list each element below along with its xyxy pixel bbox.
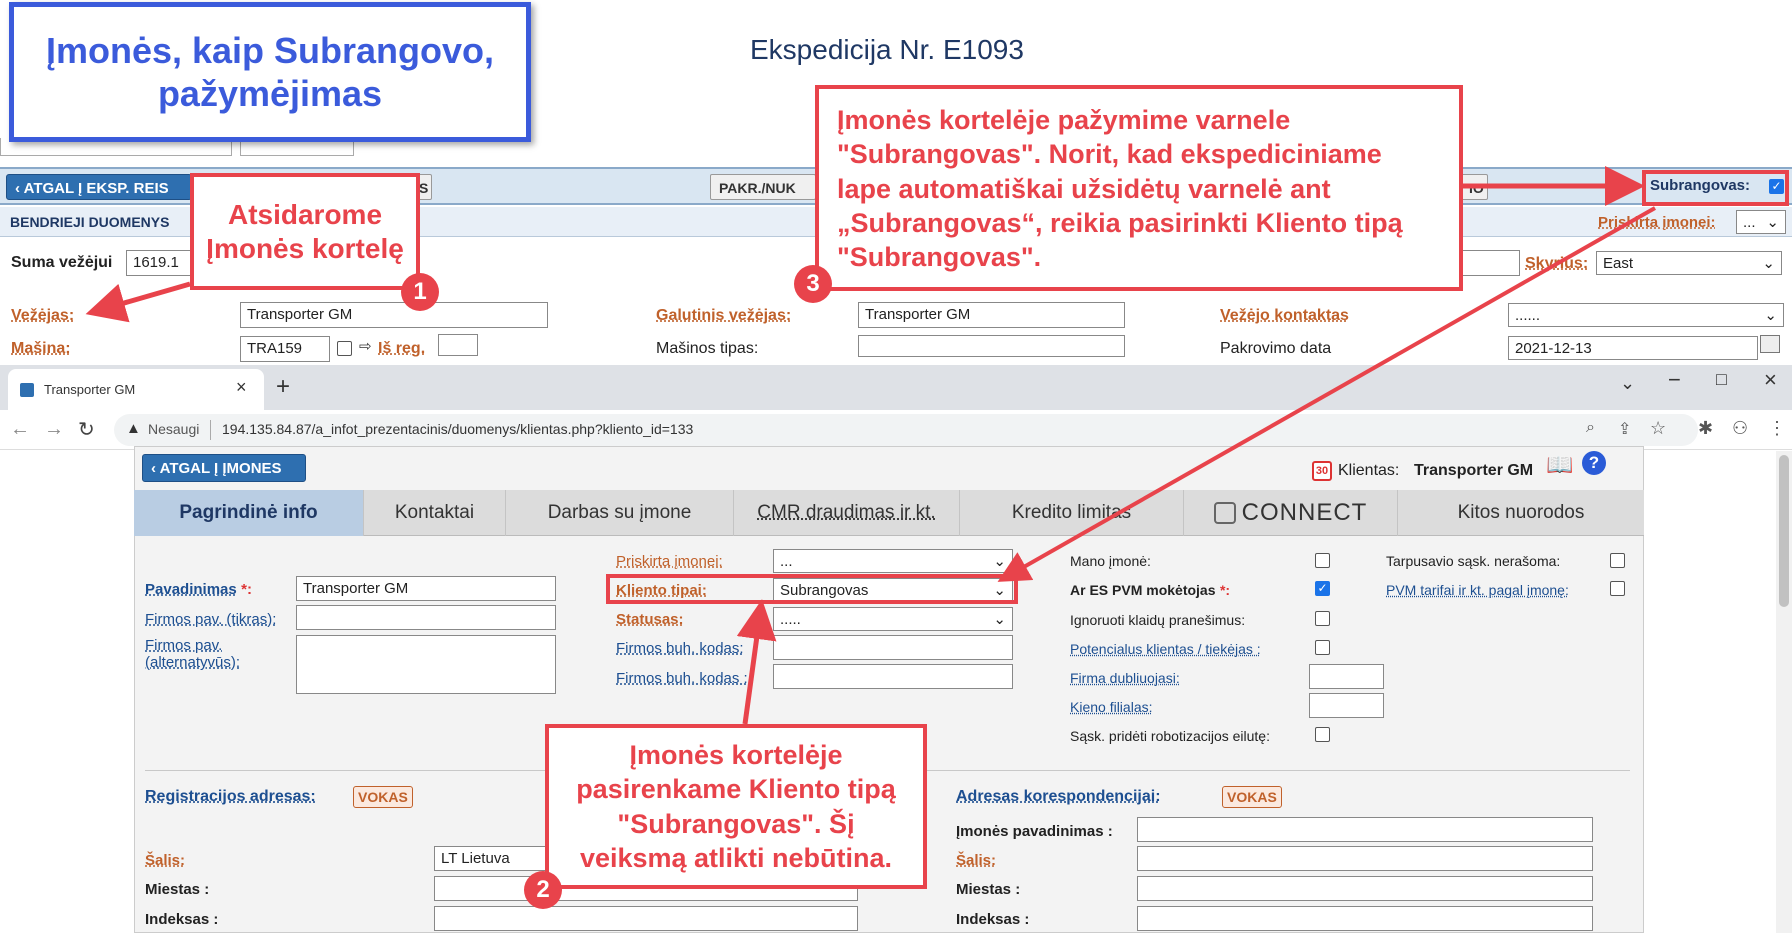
annotation-2-number: 2 — [524, 871, 562, 909]
annotation-1: Atsidarome Įmonės kortelę — [190, 173, 420, 290]
annotation-2-text: Įmonės kortelėje pasirenkame Kliento tip… — [576, 739, 896, 873]
annotation-2: Įmonės kortelėje pasirenkame Kliento tip… — [545, 724, 927, 889]
arrow-1 — [85, 281, 191, 323]
annotation-3-number: 3 — [794, 265, 832, 303]
arrow-2 — [736, 599, 777, 725]
annotation-1-number: 1 — [401, 273, 439, 311]
annotation-3-text: Įmonės kortelėje pažymime varnele "Subra… — [837, 105, 1403, 273]
annotation-3: Įmonės kortelėje pažymime varnele "Subra… — [815, 85, 1463, 291]
annotation-1-text: Atsidarome Įmonės kortelę — [206, 198, 404, 264]
